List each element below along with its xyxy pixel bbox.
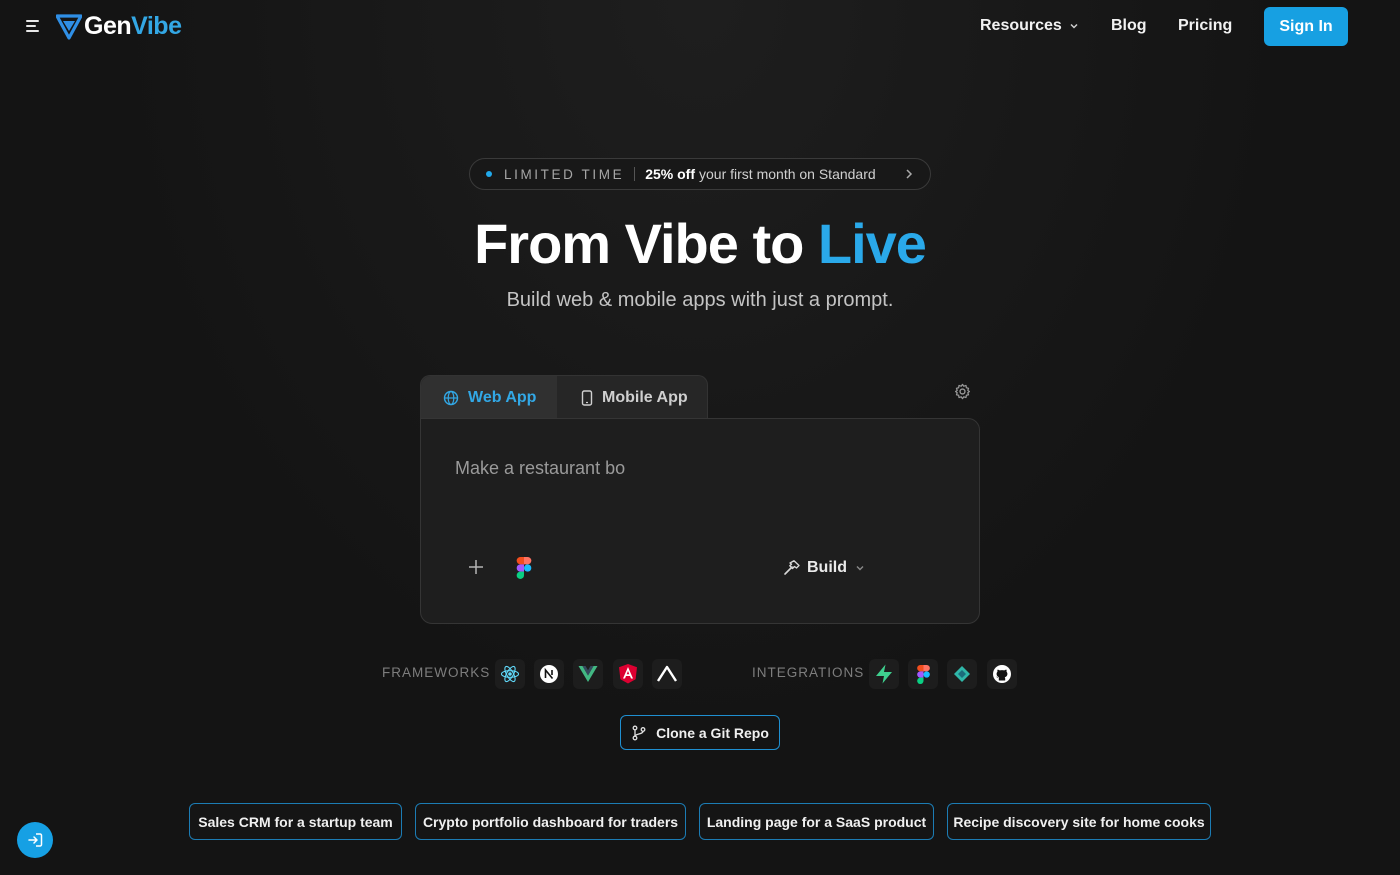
suggestion-chip[interactable]: Sales CRM for a startup team <box>189 803 402 840</box>
sign-in-arrow-icon <box>28 833 43 847</box>
tab-web-app[interactable]: Web App <box>421 376 557 420</box>
promo-banner[interactable]: LIMITED TIME 25% off your first month on… <box>469 158 931 190</box>
figma-icon[interactable] <box>516 557 532 579</box>
hero-subhead: Build web & mobile apps with just a prom… <box>506 289 894 311</box>
app-type-tabs: Web App Mobile App <box>420 375 709 420</box>
chevron-right-icon <box>906 169 913 179</box>
menu-icon[interactable] <box>26 18 42 34</box>
clone-git-repo-button[interactable]: Clone a Git Repo <box>620 715 780 750</box>
nav-blog[interactable]: Blog <box>1111 16 1147 36</box>
hero-headline: From Vibe to Live <box>474 212 927 275</box>
plus-icon[interactable] <box>468 559 484 575</box>
promo-dot <box>486 171 492 177</box>
chevron-down-icon <box>856 566 864 571</box>
chevron-down-icon <box>1070 23 1078 29</box>
promo-tag: LIMITED TIME <box>504 166 625 182</box>
promo-highlight: 25% off <box>645 166 696 182</box>
logo-text-gen: Gen <box>84 12 132 40</box>
hammer-icon <box>784 560 800 575</box>
nav-pricing[interactable]: Pricing <box>1178 16 1232 36</box>
prompt-input[interactable] <box>455 455 935 481</box>
genvibe-logo-icon <box>56 13 82 40</box>
tab-mobile-app[interactable]: Mobile App <box>557 376 709 420</box>
integrations-label: INTEGRATIONS <box>752 665 865 680</box>
figma-icon[interactable] <box>908 659 938 689</box>
nav-resources[interactable]: Resources <box>980 16 1080 36</box>
prompt-box <box>420 418 980 624</box>
nuxt-icon[interactable] <box>652 659 682 689</box>
suggestion-chip[interactable]: Recipe discovery site for home cooks <box>947 803 1211 840</box>
github-icon[interactable] <box>987 659 1017 689</box>
git-branch-icon <box>632 725 646 740</box>
build-mode-dropdown[interactable]: Build <box>783 557 866 579</box>
promo-text: your first month on Standard <box>699 166 876 182</box>
suggestion-chip[interactable]: Crypto portfolio dashboard for traders <box>415 803 686 840</box>
login-fab-button[interactable] <box>17 822 53 858</box>
sign-in-button[interactable]: Sign In <box>1264 7 1348 46</box>
react-icon[interactable] <box>495 659 525 689</box>
phone-icon <box>581 390 593 406</box>
suggestion-chip[interactable]: Landing page for a SaaS product <box>699 803 934 840</box>
gear-icon[interactable] <box>954 383 971 400</box>
angular-icon[interactable] <box>613 659 643 689</box>
vue-icon[interactable] <box>573 659 603 689</box>
globe-icon <box>443 390 459 406</box>
integration-diamond-icon[interactable] <box>947 659 977 689</box>
nextjs-icon[interactable] <box>534 659 564 689</box>
supabase-icon[interactable] <box>869 659 899 689</box>
logo[interactable]: GenVibe <box>56 12 182 41</box>
logo-text-vibe: Vibe <box>131 12 182 40</box>
frameworks-label: FRAMEWORKS <box>382 665 491 680</box>
